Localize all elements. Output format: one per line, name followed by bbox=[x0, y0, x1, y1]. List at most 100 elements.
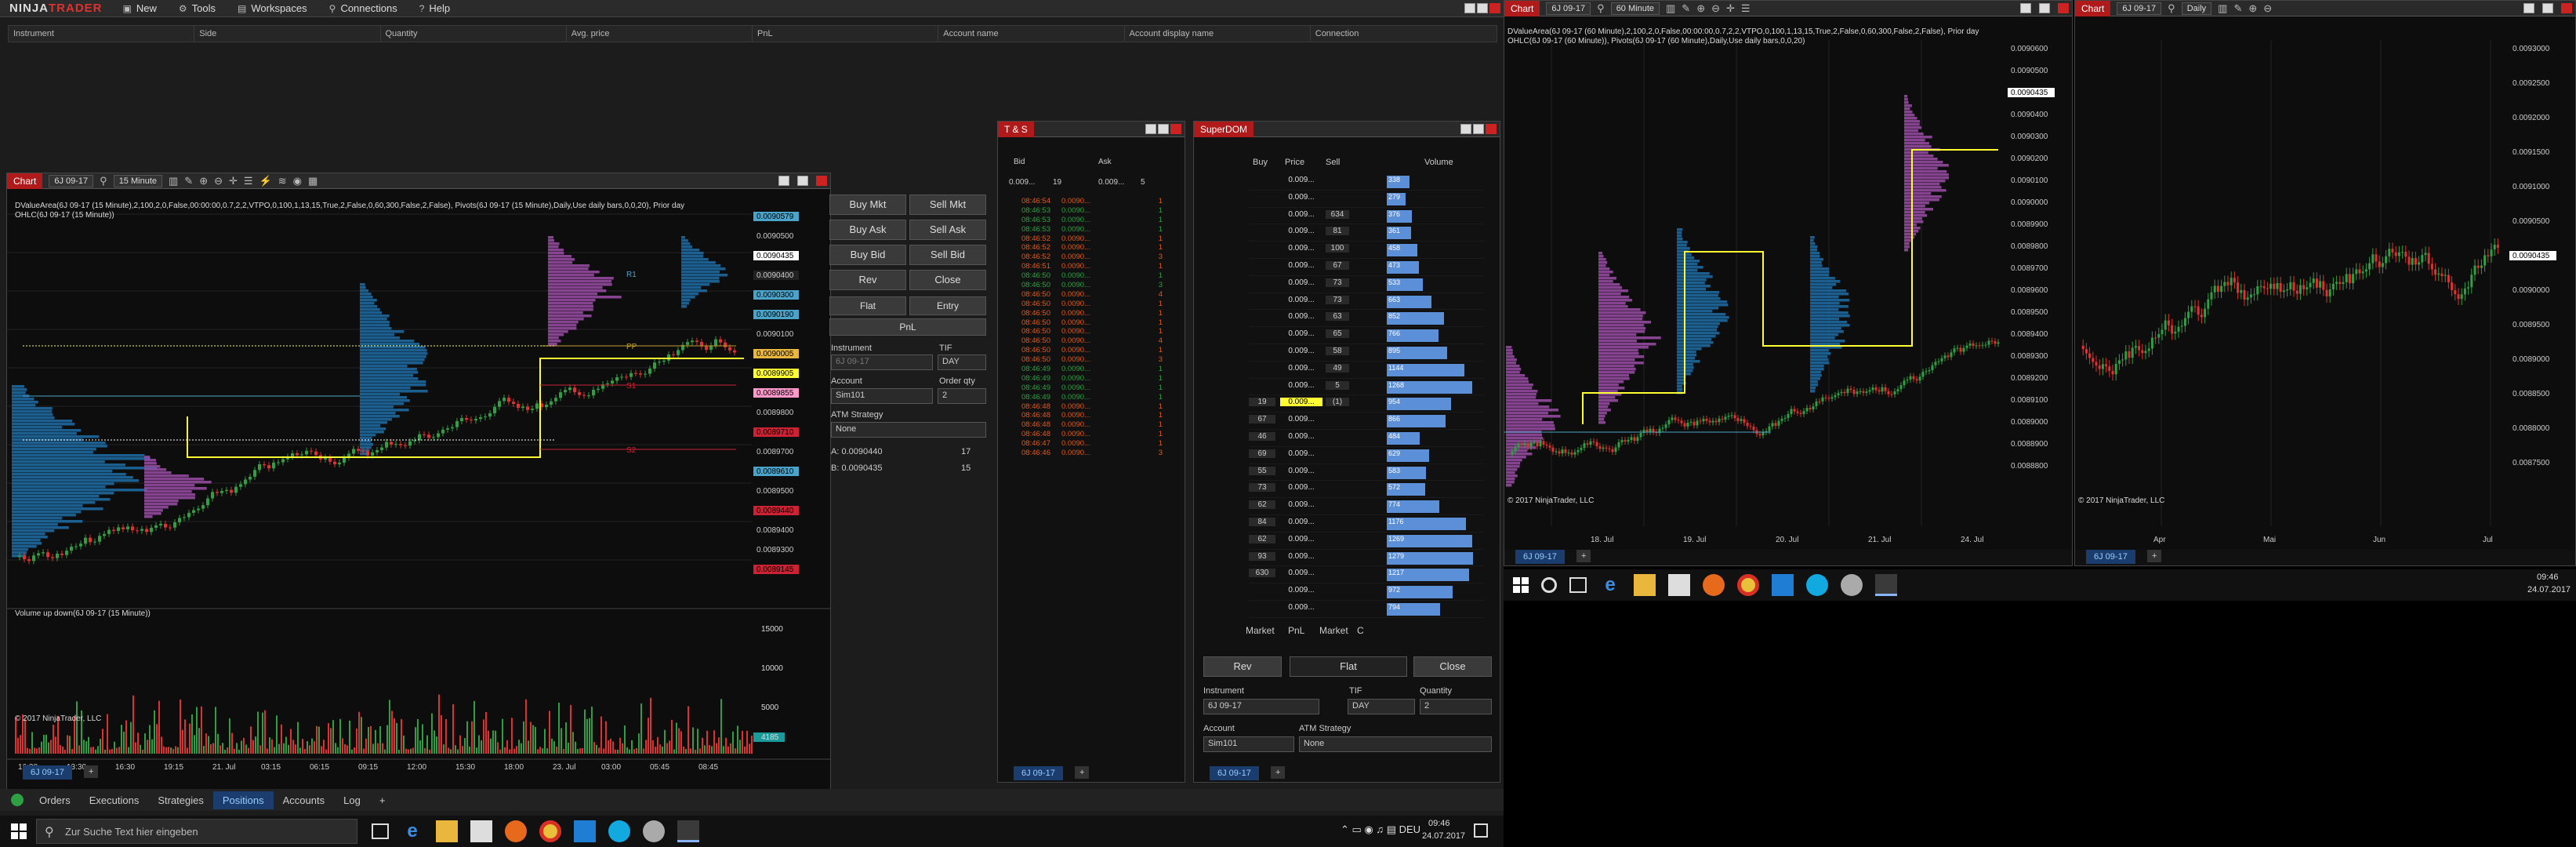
chrome-icon[interactable] bbox=[1737, 574, 1759, 596]
dom-row[interactable]: 55 0.009... 583 bbox=[1249, 464, 1484, 482]
dom-price-cell[interactable]: 0.009... bbox=[1280, 193, 1322, 202]
menu-workspaces[interactable]: ▤ Workspaces bbox=[227, 2, 318, 14]
dom-sell-cell[interactable]: 73 bbox=[1326, 278, 1349, 287]
sell-bid-button[interactable]: Sell Bid bbox=[909, 245, 986, 265]
dom-price-cell[interactable]: 0.009... bbox=[1280, 569, 1322, 577]
buy-mkt-button[interactable]: Buy Mkt bbox=[829, 194, 906, 215]
dom-price-cell[interactable]: 0.009... bbox=[1280, 603, 1322, 612]
dom-price-cell[interactable]: 0.009... bbox=[1280, 296, 1322, 304]
dom-row[interactable]: 62 0.009... 1269 bbox=[1249, 533, 1484, 550]
skype-icon[interactable] bbox=[1806, 574, 1828, 596]
close-icon[interactable] bbox=[1489, 3, 1500, 13]
chart-tab[interactable]: 6J 09-17 bbox=[23, 765, 72, 780]
skype-icon[interactable] bbox=[608, 820, 630, 842]
zoom-out-icon[interactable]: ⊖ bbox=[214, 175, 223, 187]
zoom-in-icon[interactable]: ⊕ bbox=[199, 175, 208, 187]
chart2-tab[interactable]: 6J 09-17 bbox=[1515, 550, 1565, 564]
dom-row[interactable]: 0.009... 338 bbox=[1249, 173, 1484, 191]
dom-buy-cell[interactable]: 46 bbox=[1249, 431, 1275, 441]
start-button[interactable] bbox=[11, 823, 27, 839]
add-tab-button[interactable]: + bbox=[1576, 550, 1591, 562]
dom-tab[interactable]: 6J 09-17 bbox=[1210, 766, 1259, 780]
dom-row[interactable]: 0.009... 972 bbox=[1249, 583, 1484, 601]
dom-row[interactable]: 19 0.009... (1) 954 bbox=[1249, 395, 1484, 413]
dom-row[interactable]: 0.009... 63 852 bbox=[1249, 310, 1484, 328]
file-explorer-icon[interactable] bbox=[436, 820, 458, 842]
buy-ask-button[interactable]: Buy Ask bbox=[829, 220, 906, 240]
menu-connections[interactable]: ⚲ Connections bbox=[318, 2, 408, 14]
col-avg-price[interactable]: Avg. price bbox=[567, 26, 753, 42]
ts-tab[interactable]: 6J 09-17 bbox=[1014, 766, 1063, 780]
dom-sell-cell[interactable]: 49 bbox=[1326, 363, 1349, 373]
edge-icon[interactable]: e bbox=[1599, 574, 1621, 596]
maximize-icon[interactable] bbox=[1477, 3, 1488, 13]
add-tab-button[interactable]: + bbox=[1271, 766, 1286, 779]
add-tab-button[interactable]: + bbox=[2147, 550, 2162, 562]
add-tab-button[interactable]: + bbox=[370, 791, 395, 809]
dom-buy-cell[interactable]: 62 bbox=[1249, 500, 1275, 510]
chart3-instrument-selector[interactable]: 6J 09-17 bbox=[2117, 2, 2162, 15]
dom-sell-cell[interactable]: 58 bbox=[1326, 346, 1349, 355]
dom-price-cell[interactable]: 0.009... bbox=[1280, 261, 1322, 270]
draw-tool-icon[interactable]: ✎ bbox=[184, 175, 193, 187]
price-chart-daily[interactable]: 0.00930000.00925000.00920000.00915000.00… bbox=[2075, 16, 2575, 550]
sell-ask-button[interactable]: Sell Ask bbox=[909, 220, 986, 240]
tab-log[interactable]: Log bbox=[334, 791, 370, 809]
dom-buy-cell[interactable]: 55 bbox=[1249, 466, 1275, 475]
dom-price-cell[interactable]: 0.009... bbox=[1280, 347, 1322, 355]
minimize-icon[interactable] bbox=[1460, 124, 1471, 134]
add-tab-button[interactable]: + bbox=[84, 765, 99, 778]
maximize-icon[interactable] bbox=[2542, 3, 2553, 13]
teamviewer-icon[interactable] bbox=[574, 820, 596, 842]
dom-row[interactable]: 0.009... 73 533 bbox=[1249, 276, 1484, 293]
search-icon[interactable]: ⚲ bbox=[100, 175, 107, 187]
tab-orders[interactable]: Orders bbox=[30, 791, 80, 809]
dom-close-button[interactable]: Close bbox=[1413, 656, 1492, 677]
dom-row[interactable]: 0.009... 279 bbox=[1249, 191, 1484, 208]
dom-buy-cell[interactable]: 93 bbox=[1249, 551, 1275, 561]
close-icon[interactable] bbox=[2561, 3, 2572, 13]
menu-new[interactable]: ▣ New bbox=[112, 2, 168, 14]
interval-selector[interactable]: 15 Minute bbox=[113, 174, 162, 187]
dom-sell-cell[interactable]: 63 bbox=[1326, 312, 1349, 322]
instrument-field[interactable]: 6J 09-17 bbox=[831, 354, 933, 370]
dom-rev-button[interactable]: Rev bbox=[1203, 656, 1282, 677]
dom-buy-cell[interactable]: 67 bbox=[1249, 415, 1275, 424]
dom-price-cell[interactable]: 0.009... bbox=[1280, 329, 1322, 338]
close-icon[interactable] bbox=[1170, 124, 1181, 134]
dom-atm-select[interactable]: None bbox=[1299, 736, 1492, 752]
dom-row[interactable]: 630 0.009... 1217 bbox=[1249, 566, 1484, 584]
dom-row[interactable]: 93 0.009... 1279 bbox=[1249, 550, 1484, 567]
tab-accounts[interactable]: Accounts bbox=[274, 791, 334, 809]
dom-sell-cell[interactable]: 81 bbox=[1326, 227, 1349, 236]
crosshair-icon[interactable]: ✛ bbox=[229, 175, 238, 187]
atm-select[interactable]: None bbox=[831, 422, 986, 438]
ninjatrader-taskbar-icon[interactable] bbox=[677, 820, 699, 842]
dom-buy-cell[interactable]: 62 bbox=[1249, 534, 1275, 543]
taskbar-search-box[interactable]: ⚲ Zur Suche Text hier eingeben bbox=[36, 819, 357, 844]
col-pnl[interactable]: PnL bbox=[753, 26, 939, 42]
col-account-name[interactable]: Account name bbox=[938, 26, 1125, 42]
menu-help[interactable]: ? Help bbox=[408, 2, 461, 14]
cortana-icon[interactable] bbox=[1541, 577, 1557, 593]
dom-sell-cell[interactable]: (1) bbox=[1326, 398, 1349, 407]
minimize-icon[interactable] bbox=[2523, 3, 2534, 13]
chrome-icon[interactable] bbox=[539, 820, 561, 842]
col-instrument[interactable]: Instrument bbox=[9, 26, 195, 42]
zoom-in-icon[interactable]: ⊕ bbox=[1696, 2, 1705, 15]
task-view-icon[interactable] bbox=[372, 823, 389, 839]
dom-row[interactable]: 69 0.009... 629 bbox=[1249, 447, 1484, 464]
tab-positions[interactable]: Positions bbox=[212, 791, 274, 809]
network-app-icon[interactable] bbox=[643, 820, 665, 842]
properties-icon[interactable]: ☰ bbox=[244, 175, 253, 187]
dom-price-cell[interactable]: 0.009... bbox=[1280, 398, 1322, 407]
menu-tools[interactable]: ⚙ Tools bbox=[168, 2, 227, 14]
indicators-icon[interactable]: ≋ bbox=[278, 175, 287, 187]
tab-executions[interactable]: Executions bbox=[80, 791, 149, 809]
data-box-icon[interactable]: ▦ bbox=[308, 175, 317, 187]
dom-buy-cell[interactable]: 73 bbox=[1249, 483, 1275, 493]
dom-price-cell[interactable]: 0.009... bbox=[1280, 449, 1322, 458]
dom-price-cell[interactable]: 0.009... bbox=[1280, 467, 1322, 475]
minimize-icon[interactable] bbox=[1145, 124, 1156, 134]
dom-row[interactable]: 67 0.009... 866 bbox=[1249, 413, 1484, 430]
